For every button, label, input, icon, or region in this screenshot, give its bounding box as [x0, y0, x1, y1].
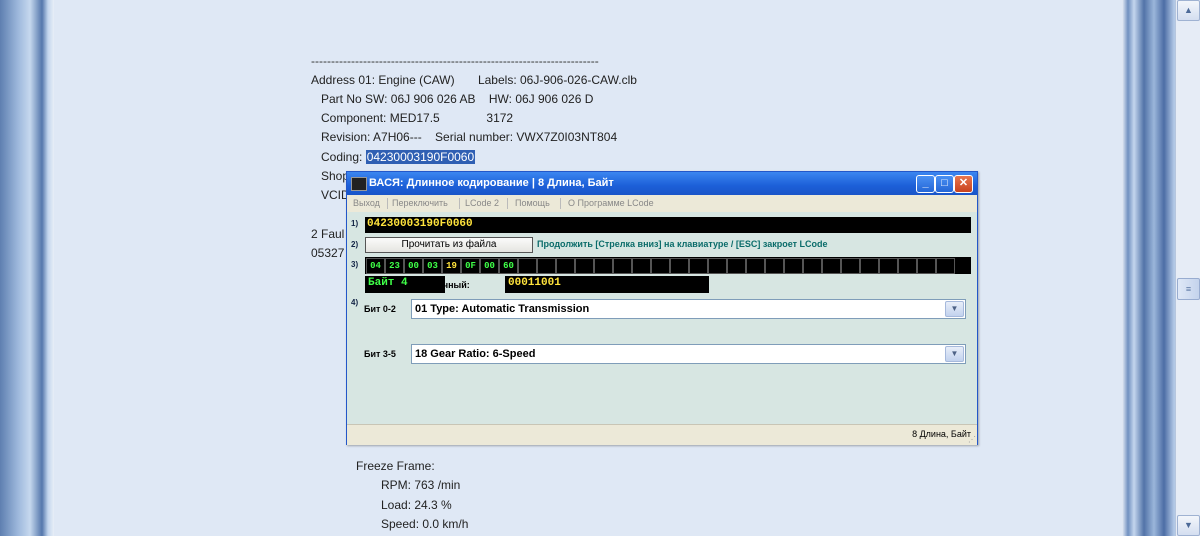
- byte-cell-empty[interactable]: [898, 258, 917, 274]
- freeze-frame-title: Freeze Frame:: [356, 459, 435, 473]
- bit35-select[interactable]: 18 Gear Ratio: 6-Speed ▼: [411, 344, 966, 364]
- dialog-menubar: Выход Переключить LCode 2 Помощь О Прогр…: [347, 195, 977, 212]
- byte-cell-empty[interactable]: [518, 258, 537, 274]
- part-number-line: Part No SW: 06J 906 026 AB HW: 06J 906 0…: [311, 92, 594, 106]
- row-number-4: 4): [351, 298, 359, 307]
- byte-cell[interactable]: 00: [480, 258, 499, 274]
- byte-cell-empty[interactable]: [708, 258, 727, 274]
- menu-switch[interactable]: Переключить: [392, 195, 448, 212]
- byte-strip: 04 23 00 03 19 0F 00 60: [365, 257, 971, 274]
- address-line: Address 01: Engine (CAW) Labels: 06J-906…: [311, 73, 637, 87]
- vcid-line-fragment: VCID: [311, 188, 350, 202]
- row-number-2: 2): [351, 240, 359, 249]
- row-number-3: 3): [351, 260, 359, 269]
- speed-line: Speed: 0.0 km/h: [381, 517, 469, 531]
- menu-help[interactable]: Помощь: [515, 195, 550, 212]
- byte-cell-empty[interactable]: [784, 258, 803, 274]
- status-length: 8 Длина, Байт: [912, 429, 971, 439]
- continue-hint: Продолжить [Стрелка вниз] на клавиатуре …: [537, 239, 828, 249]
- revision-line: Revision: A7H06--- Serial number: VWX7Z0…: [311, 130, 618, 144]
- byte-cell-empty[interactable]: [613, 258, 632, 274]
- fault-code-fragment: 05327: [311, 246, 345, 260]
- bit35-label: Бит 3-5: [364, 349, 396, 359]
- byte-cell[interactable]: 04: [366, 258, 385, 274]
- bit35-selected-value: 18 Gear Ratio: 6-Speed: [415, 348, 536, 360]
- binary-label: Двоичный:: [420, 280, 470, 290]
- bit02-label: Бит 0-2: [364, 304, 396, 314]
- row-number-1: 1): [351, 219, 359, 228]
- byte-cell[interactable]: 0F: [461, 258, 480, 274]
- scroll-down-button[interactable]: ▼: [1177, 515, 1200, 536]
- coding-line: Coding: 04230003190F0060: [311, 150, 476, 164]
- byte-cell-empty[interactable]: [803, 258, 822, 274]
- coding-hex-field[interactable]: 04230003190F0060: [365, 217, 971, 233]
- byte-cell-empty[interactable]: [594, 258, 613, 274]
- shop-line-fragment: Shop: [311, 169, 350, 183]
- byte-cell[interactable]: 03: [423, 258, 442, 274]
- coding-selected-text[interactable]: 04230003190F0060: [365, 150, 476, 164]
- faults-line-fragment: 2 Faul: [311, 227, 345, 241]
- byte-cell-empty[interactable]: [841, 258, 860, 274]
- maximize-button[interactable]: □: [935, 175, 954, 193]
- desktop-left-frame: [0, 0, 54, 536]
- menu-lcode2[interactable]: LCode 2: [465, 195, 499, 212]
- dialog-titlebar[interactable]: ВАСЯ: Длинное кодирование | 8 Длина, Бай…: [347, 172, 977, 195]
- bit02-select[interactable]: 01 Type: Automatic Transmission ▼: [411, 299, 966, 319]
- byte-cell-empty[interactable]: [879, 258, 898, 274]
- byte-cell[interactable]: 00: [404, 258, 423, 274]
- byte-cell-empty[interactable]: [651, 258, 670, 274]
- minimize-icon: _: [922, 177, 929, 189]
- close-icon: ✕: [958, 177, 969, 189]
- menu-divider: [387, 198, 388, 209]
- scroll-thumb[interactable]: ≡: [1177, 278, 1200, 300]
- byte-cell-empty[interactable]: [860, 258, 879, 274]
- menu-about[interactable]: О Программе LCode: [568, 195, 654, 212]
- minimize-button[interactable]: _: [916, 175, 935, 193]
- binary-value-field[interactable]: 00011001: [505, 276, 709, 293]
- menu-divider: [507, 198, 508, 209]
- bit02-selected-value: 01 Type: Automatic Transmission: [415, 303, 590, 315]
- close-button[interactable]: ✕: [954, 175, 973, 193]
- menu-exit[interactable]: Выход: [353, 195, 380, 212]
- byte-cell-empty[interactable]: [689, 258, 708, 274]
- chevron-down-icon[interactable]: ▼: [945, 346, 964, 362]
- vertical-scrollbar[interactable]: ▲ ≡ ▼: [1175, 0, 1200, 536]
- byte-cell[interactable]: 23: [385, 258, 404, 274]
- byte-cell-empty[interactable]: [537, 258, 556, 274]
- app-icon: [351, 177, 367, 191]
- byte-cell-empty[interactable]: [822, 258, 841, 274]
- read-from-file-button[interactable]: Прочитать из файла: [365, 237, 533, 253]
- byte-cell-empty[interactable]: [765, 258, 784, 274]
- lcode-dialog: ВАСЯ: Длинное кодирование | 8 Длина, Бай…: [346, 171, 978, 445]
- byte-cell-empty[interactable]: [917, 258, 936, 274]
- byte-cell-empty[interactable]: [936, 258, 955, 274]
- resize-grip-icon[interactable]: ⋰: [968, 435, 976, 444]
- chevron-down-icon[interactable]: ▼: [945, 301, 964, 317]
- byte-cell[interactable]: 60: [499, 258, 518, 274]
- byte-cell-empty[interactable]: [670, 258, 689, 274]
- separator-line: ----------------------------------------…: [311, 54, 599, 68]
- byte-cell[interactable]: 19: [442, 258, 461, 274]
- rpm-line: RPM: 763 /min: [381, 478, 461, 492]
- dialog-title: ВАСЯ: Длинное кодирование | 8 Длина, Бай…: [369, 177, 614, 189]
- byte-cell-empty[interactable]: [727, 258, 746, 274]
- byte-cell-empty[interactable]: [556, 258, 575, 274]
- component-line: Component: MED17.5 3172: [311, 111, 514, 125]
- lcode-panel: 1) 04230003190F0060 2) Прочитать из файл…: [347, 212, 977, 424]
- load-line: Load: 24.3 %: [381, 498, 452, 512]
- byte-cell-empty[interactable]: [632, 258, 651, 274]
- byte-cell-empty[interactable]: [746, 258, 765, 274]
- dialog-statusbar: 8 Длина, Байт ⋰: [347, 424, 977, 445]
- maximize-icon: □: [941, 177, 948, 189]
- menu-divider: [459, 198, 460, 209]
- byte-cell-empty[interactable]: [575, 258, 594, 274]
- menu-divider: [560, 198, 561, 209]
- scroll-up-button[interactable]: ▲: [1177, 0, 1200, 21]
- coding-label: Coding:: [311, 150, 366, 164]
